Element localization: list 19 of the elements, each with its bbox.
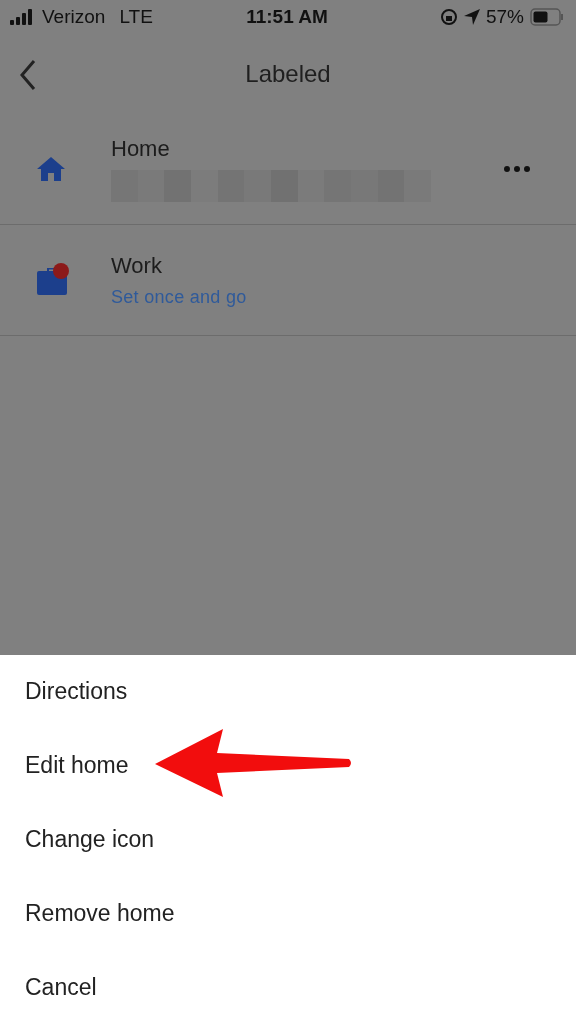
briefcase-icon bbox=[36, 263, 70, 297]
clock-time: 11:51 AM bbox=[246, 6, 328, 28]
place-title: Work bbox=[111, 252, 163, 279]
sheet-option[interactable]: Change icon bbox=[0, 802, 576, 877]
battery-icon bbox=[530, 8, 564, 26]
page-title: Labeled bbox=[245, 60, 331, 88]
battery-percent: 57% bbox=[486, 6, 524, 28]
sheet-option[interactable]: Remove home bbox=[0, 876, 576, 951]
sheet-option[interactable]: Edit home bbox=[0, 728, 576, 803]
place-title: Home bbox=[111, 136, 171, 162]
sheet-option[interactable]: Directions bbox=[0, 655, 576, 729]
network-type: LTE bbox=[119, 6, 153, 28]
carrier-name: Verizon bbox=[42, 6, 106, 28]
location-arrow-icon bbox=[464, 9, 480, 25]
sheet-option[interactable]: Cancel bbox=[0, 950, 576, 1024]
house-icon bbox=[36, 156, 66, 182]
rotation-lock-icon bbox=[440, 8, 458, 26]
more-dots-icon bbox=[504, 166, 530, 172]
chevron-left-icon bbox=[20, 60, 36, 90]
